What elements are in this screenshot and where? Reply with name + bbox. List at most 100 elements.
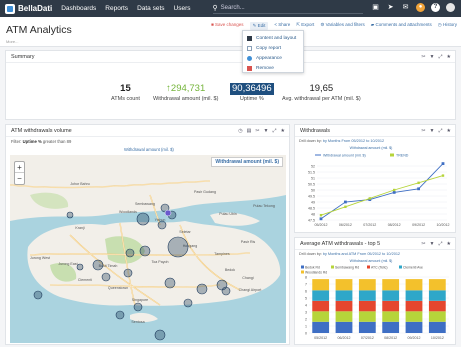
zoom-control: + − — [14, 161, 25, 185]
kpi-label: Uptime % — [239, 96, 264, 102]
star-icon[interactable]: ★ — [447, 128, 451, 134]
history-button[interactable]: ◷ History — [438, 22, 457, 30]
menu-item-content-layout[interactable]: Content and layout — [243, 33, 303, 43]
map-panel: ATM withdrawals volume ◷ ▤ ✂ ▼ ⤢ ★ Filte… — [5, 124, 290, 345]
data-point — [319, 214, 323, 217]
search-input[interactable]: Search... — [221, 5, 245, 11]
map-measure-label: Withdrawal amount (mil. $) — [211, 157, 283, 167]
bar-segment — [405, 279, 423, 291]
comments-label: Comments and attachments — [375, 22, 432, 27]
legend-swatch-green — [390, 153, 394, 157]
star-icon[interactable]: ★ — [447, 54, 451, 60]
map-legend: Withdrawal amount (mil. $) — [124, 147, 174, 152]
help-icon[interactable]: ? — [431, 3, 440, 12]
y-tick-label: 2 — [305, 317, 307, 321]
y-tick-label: 6 — [305, 289, 307, 293]
atm-bubble — [221, 286, 231, 296]
layout-icon — [247, 35, 252, 41]
panel-title: Summary — [11, 54, 35, 60]
legend-label: Bedok Rd — [305, 266, 320, 270]
page-title: ATM Analytics — [6, 24, 72, 36]
atm-bubble — [66, 211, 74, 219]
menu-item-remove[interactable]: Remove — [243, 63, 303, 73]
scissors-icon[interactable]: ✂ — [421, 128, 425, 134]
menu-item-appearance[interactable]: Appearance — [243, 53, 303, 63]
search-box[interactable]: ⚲ Search... — [212, 3, 363, 14]
image-icon[interactable]: ▣ — [371, 3, 380, 12]
legend-title: Withdrawal amount (mil. $) — [350, 146, 393, 150]
nav-item-users[interactable]: Users — [174, 5, 191, 12]
top5-chart[interactable]: Withdrawal amount (mil. $) Bedok Rd Sembaw… — [295, 259, 455, 345]
avatar[interactable] — [446, 3, 455, 12]
x-tick-label: 07/2012 — [363, 223, 376, 227]
scissors-icon[interactable]: ✂ — [421, 54, 425, 60]
expand-icon[interactable]: ⤢ — [273, 128, 277, 134]
bar-segment — [335, 279, 353, 291]
y-tick-label: 49 — [311, 200, 315, 204]
y-tick-label: 0 — [305, 331, 307, 335]
drill-line: Drill down by: by Months and ATM From 05… — [299, 252, 400, 256]
page-subtitle[interactable]: More... — [6, 39, 18, 44]
expand-icon[interactable]: ⤢ — [439, 128, 443, 134]
export-button[interactable]: ⇱ Export — [296, 22, 314, 30]
scissors-icon[interactable]: ✂ — [421, 241, 425, 247]
variables-button[interactable]: ⚙ Variables and filters — [320, 22, 364, 30]
menu-item-copy-report[interactable]: Copy report — [243, 43, 303, 53]
legend-label: Clementi Ave — [403, 266, 423, 270]
bar-segment — [358, 321, 376, 333]
drill-range[interactable]: From 05/2012 to 10/2012 — [341, 139, 384, 143]
filter-icon[interactable]: ▼ — [264, 128, 269, 134]
send-icon[interactable]: ➤ — [386, 3, 395, 12]
map-canvas[interactable]: Johor BahruPasir GudangWoodlandsYishunPu… — [10, 155, 286, 343]
bell-icon[interactable]: ● — [416, 3, 425, 12]
trash-icon — [247, 65, 252, 71]
map-place-label: Bedok — [225, 268, 235, 272]
panel-title: ATM withdrawals volume — [11, 128, 72, 134]
map[interactable]: + − Withdrawal amount (mil. $) Johor Bah… — [10, 155, 286, 343]
share-button[interactable]: < Share — [274, 22, 290, 30]
filter-icon[interactable]: ▼ — [430, 54, 435, 60]
bar-segment — [382, 311, 400, 322]
nav-item-reports[interactable]: Reports — [105, 5, 128, 12]
star-icon[interactable]: ★ — [447, 241, 451, 247]
kpi-value: 19,65 — [309, 83, 334, 94]
variables-label: Variables and filters — [325, 22, 365, 27]
report-header: ATM Analytics More... ■ Save changes ✎ E… — [0, 17, 461, 47]
x-tick-label: 08/2012 — [384, 336, 397, 340]
nav-item-dashboards[interactable]: Dashboards — [61, 5, 96, 12]
top5-panel: Average ATM withdrawals - top 5 ✂ ▼ ⤢ ★ … — [294, 237, 456, 345]
logo[interactable]: BellaDati — [5, 3, 52, 14]
drill-by-link[interactable]: by Months and ATM — [323, 252, 356, 256]
y-tick-label: 1 — [305, 324, 307, 328]
filter-icon[interactable]: ▼ — [430, 128, 435, 134]
edit-label: Edit — [257, 23, 266, 28]
atm-bubble-selected — [164, 209, 172, 217]
bar-segment — [382, 300, 400, 312]
map-place-label: Sentosa — [131, 320, 144, 324]
expand-icon[interactable]: ⤢ — [439, 54, 443, 60]
withdrawals-chart[interactable]: Withdrawal amount (mil. $) Withdrawal amo… — [295, 146, 455, 232]
comments-button[interactable]: ▰ Comments and attachments — [371, 22, 432, 30]
star-icon[interactable]: ★ — [281, 128, 285, 134]
map-place-label: Changi — [242, 276, 254, 280]
edit-button[interactable]: ✎ Edit — [249, 22, 269, 30]
divider — [6, 136, 289, 137]
zoom-out-button[interactable]: − — [15, 173, 24, 184]
filter-icon[interactable]: ▼ — [430, 241, 435, 247]
map-place-label: Queenstown — [108, 286, 128, 290]
y-tick-label: 3 — [305, 310, 307, 314]
expand-icon[interactable]: ⤢ — [439, 241, 443, 247]
history-icon[interactable]: ◷ — [238, 128, 242, 134]
mail-icon[interactable]: ✉ — [401, 3, 410, 12]
filter-condition: greater than 89 — [42, 139, 72, 144]
drill-by-link[interactable]: by Months — [323, 139, 341, 143]
drill-range[interactable]: From 05/2012 to 10/2012 — [357, 252, 400, 256]
save-changes-button[interactable]: ■ Save changes — [211, 22, 244, 30]
zoom-in-button[interactable]: + — [15, 162, 24, 173]
chart-icon[interactable]: ▤ — [247, 128, 252, 134]
series-line — [320, 175, 444, 216]
nav-item-data-sets[interactable]: Data sets — [137, 5, 164, 12]
scissors-icon[interactable]: ✂ — [255, 128, 259, 134]
map-place-label: Kranji — [75, 226, 84, 230]
menu-item-label: Content and layout — [256, 35, 297, 41]
